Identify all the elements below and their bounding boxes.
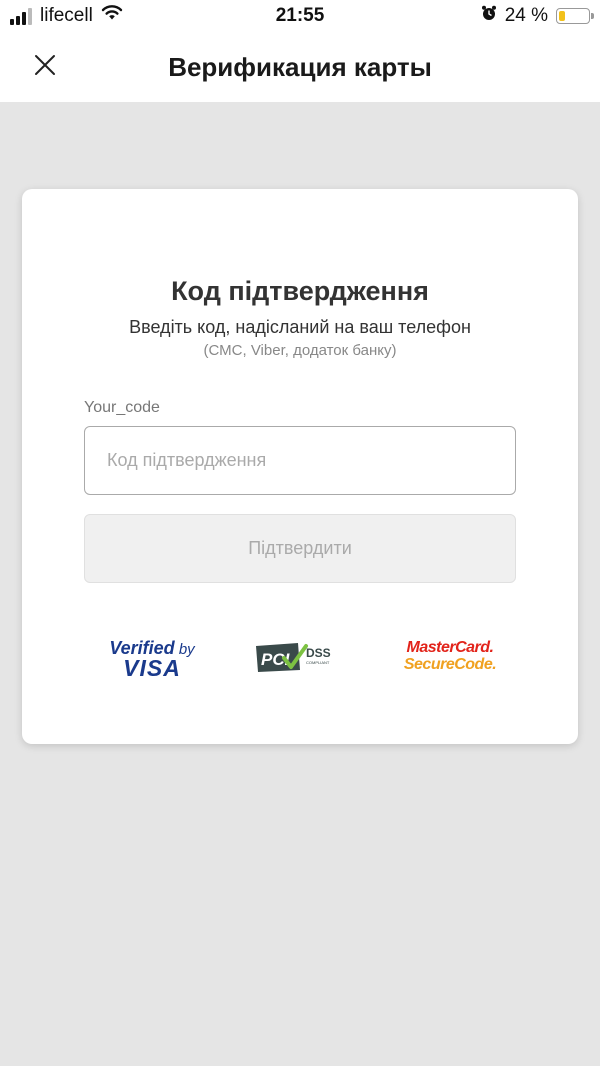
confirm-button[interactable]: Підтвердити bbox=[84, 514, 516, 583]
status-bar: lifecell 21:55 24 % bbox=[0, 0, 600, 34]
confirm-button-label: Підтвердити bbox=[248, 538, 352, 558]
security-logos: Verified by VISA PCI DSS COMPLIANT Maste… bbox=[22, 634, 578, 684]
battery-percent: 24 % bbox=[504, 5, 548, 26]
status-right: 24 % bbox=[481, 5, 594, 27]
card-hint: (СМС, Viber, додаток банку) bbox=[203, 342, 397, 359]
svg-text:DSS: DSS bbox=[306, 646, 331, 660]
verified-by-visa-logo: Verified by VISA bbox=[109, 638, 195, 681]
alarm-icon bbox=[481, 5, 497, 27]
app-header: Верификация карты bbox=[0, 34, 600, 102]
svg-text:COMPLIANT: COMPLIANT bbox=[306, 660, 330, 665]
page-title: Верификация карты bbox=[168, 52, 432, 82]
card-subtitle: Введіть код, надісланий на ваш телефон bbox=[129, 317, 471, 337]
code-input[interactable] bbox=[84, 426, 516, 495]
mastercard-securecode-logo: MasterCard. SecureCode. bbox=[403, 639, 497, 673]
battery-icon bbox=[556, 8, 594, 24]
code-field-label: Your_code bbox=[84, 399, 160, 416]
pci-dss-logo: PCI DSS COMPLIANT bbox=[254, 640, 344, 674]
card-title: Код підтвердження bbox=[171, 276, 429, 306]
battery-level bbox=[559, 11, 565, 21]
verification-card: Код підтвердження Введіть код, надіслани… bbox=[22, 189, 578, 744]
